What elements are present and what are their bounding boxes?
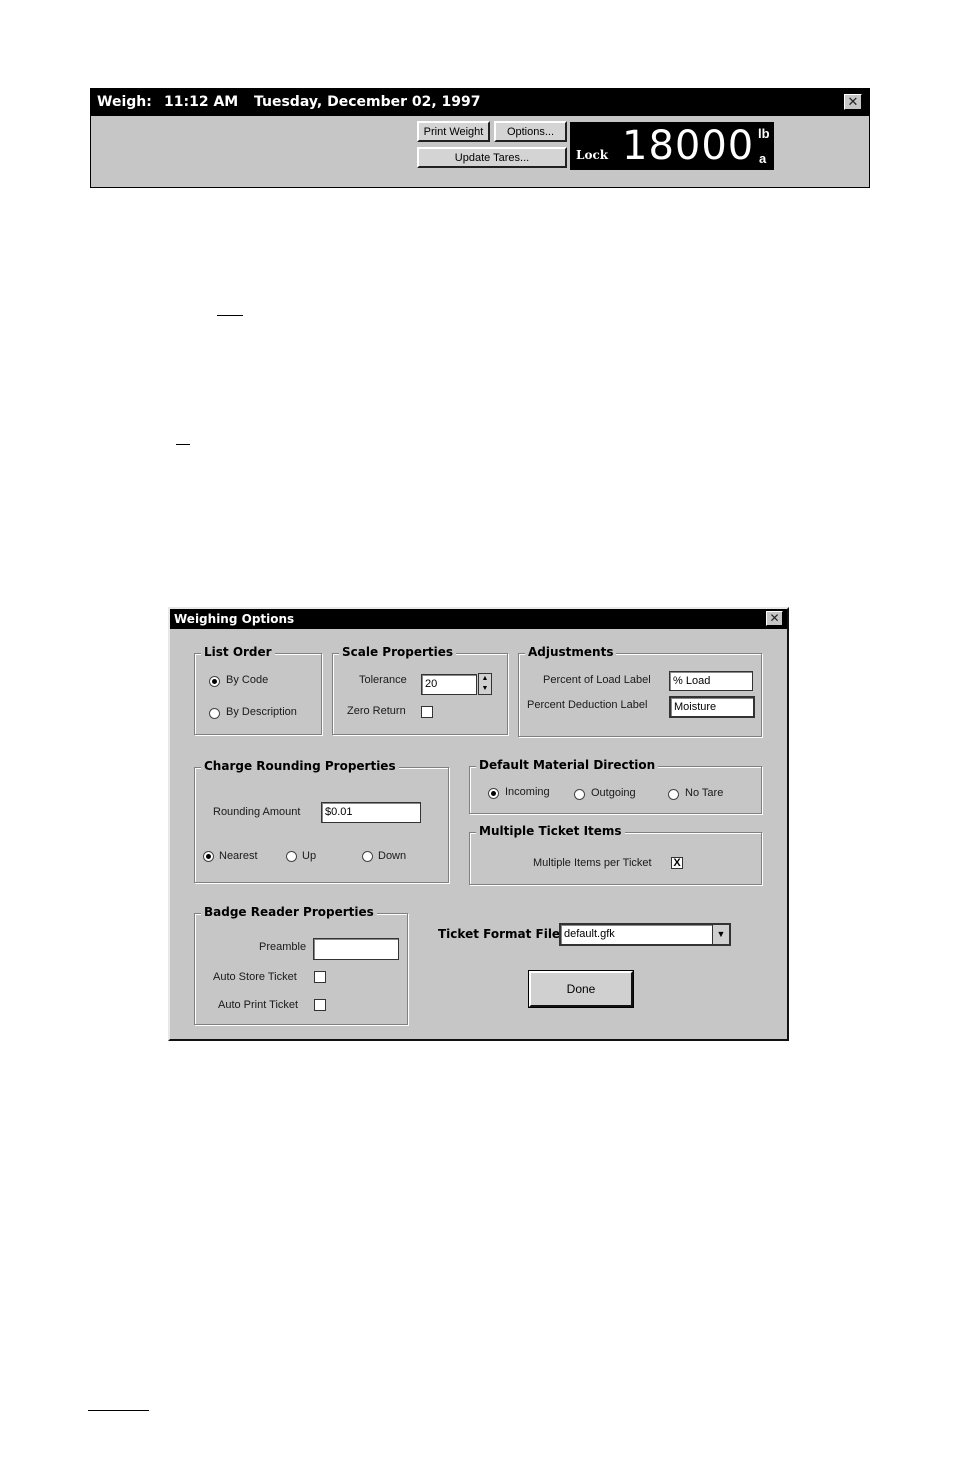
auto-store-label: Auto Store Ticket <box>213 971 297 983</box>
dialog-title: Weighing Options <box>174 612 295 626</box>
no-tare-label: No Tare <box>685 787 724 799</box>
scale-status: Lock <box>576 148 609 162</box>
auto-store-checkbox[interactable] <box>314 971 326 983</box>
doc-rule <box>88 1410 149 1411</box>
tolerance-label: Tolerance <box>359 674 407 686</box>
rounding-amount-input[interactable]: $0.01 <box>321 802 421 823</box>
weigh-date: Tuesday, December 02, 1997 <box>254 94 481 110</box>
preamble-input[interactable] <box>313 938 399 960</box>
badge-reader-label: Badge Reader Properties <box>201 905 377 919</box>
percent-deduction-input[interactable]: Moisture <box>669 696 755 718</box>
outgoing-radio[interactable] <box>574 789 585 800</box>
nearest-radio[interactable] <box>203 851 214 862</box>
material-direction-group: Default Material Direction Incoming Outg… <box>469 758 762 814</box>
outgoing-label: Outgoing <box>591 787 636 799</box>
rounding-amount-label: Rounding Amount <box>213 806 301 818</box>
charge-rounding-group: Charge Rounding Properties Rounding Amou… <box>194 759 449 883</box>
ticket-format-select[interactable]: default.gfk ▼ <box>559 923 731 946</box>
update-tares-button[interactable]: Update Tares... <box>417 147 567 168</box>
doc-rule <box>176 444 190 445</box>
weight-display: Lock 18000 lb a <box>570 122 774 170</box>
multiple-items-label: Multiple Items per Ticket <box>533 857 652 869</box>
preamble-label: Preamble <box>259 941 307 953</box>
auto-print-checkbox[interactable] <box>314 999 326 1011</box>
incoming-radio[interactable] <box>488 788 499 799</box>
up-label: Up <box>302 850 317 862</box>
nearest-label: Nearest <box>219 850 258 862</box>
weigh-window: Weigh: 11:12 AM Tuesday, December 02, 19… <box>90 88 870 188</box>
percent-load-input[interactable]: % Load <box>669 671 753 691</box>
tolerance-spinner[interactable]: ▲ ▼ <box>478 673 492 695</box>
spin-up-icon[interactable]: ▲ <box>479 674 491 684</box>
weighing-options-dialog: Weighing Options ✕ List Order By Code By… <box>168 607 789 1041</box>
options-button[interactable]: Options... <box>494 121 567 142</box>
up-radio[interactable] <box>286 851 297 862</box>
adjustments-label: Adjustments <box>525 645 617 659</box>
ticket-format-label: Ticket Format File <box>438 927 561 941</box>
dialog-close-icon[interactable]: ✕ <box>766 611 783 626</box>
multiple-ticket-items-label: Multiple Ticket Items <box>476 824 625 838</box>
by-code-radio[interactable] <box>209 676 220 687</box>
scale-properties-group: Scale Properties Tolerance 20 ▲ ▼ Zero R… <box>332 645 508 735</box>
material-direction-label: Default Material Direction <box>476 758 659 772</box>
by-code-label: By Code <box>226 674 269 686</box>
tolerance-input[interactable]: 20 <box>421 674 477 695</box>
doc-rule <box>217 315 243 316</box>
percent-load-label: Percent of Load Label <box>543 674 651 686</box>
scale-properties-label: Scale Properties <box>339 645 457 659</box>
weigh-title-bar: Weigh: 11:12 AM Tuesday, December 02, 19… <box>91 89 869 116</box>
by-description-radio[interactable] <box>209 708 220 719</box>
badge-reader-group: Badge Reader Properties Preamble Auto St… <box>194 905 408 1025</box>
weigh-title-label: Weigh: <box>97 94 152 110</box>
incoming-label: Incoming <box>505 786 550 798</box>
spin-down-icon[interactable]: ▼ <box>479 684 491 694</box>
down-label: Down <box>378 850 407 862</box>
weight-unit: lb <box>758 126 770 141</box>
auto-print-label: Auto Print Ticket <box>218 999 299 1011</box>
zero-return-checkbox[interactable] <box>421 706 433 718</box>
weigh-close-icon[interactable]: ✕ <box>844 94 862 110</box>
down-radio[interactable] <box>362 851 373 862</box>
list-order-label: List Order <box>201 645 275 659</box>
multiple-items-checkbox[interactable]: X <box>671 857 683 869</box>
adjustments-group: Adjustments Percent of Load Label % Load… <box>518 645 762 737</box>
multiple-ticket-items-group: Multiple Ticket Items Multiple Items per… <box>469 824 762 885</box>
list-order-group: List Order By Code By Description <box>194 645 322 735</box>
dialog-title-bar: Weighing Options ✕ <box>170 609 787 629</box>
zero-return-label: Zero Return <box>347 705 406 717</box>
percent-deduction-label: Percent Deduction Label <box>527 699 648 711</box>
by-description-label: By Description <box>226 706 297 718</box>
weight-mode: a <box>759 151 767 166</box>
ticket-format-value: default.gfk <box>564 928 615 940</box>
charge-rounding-label: Charge Rounding Properties <box>201 759 399 773</box>
dropdown-arrow-icon[interactable]: ▼ <box>712 925 729 944</box>
weigh-time: 11:12 AM <box>164 94 239 110</box>
weight-value: 18000 <box>622 123 755 169</box>
no-tare-radio[interactable] <box>668 789 679 800</box>
done-button[interactable]: Done <box>528 970 634 1008</box>
print-weight-button[interactable]: Print Weight <box>417 121 490 142</box>
